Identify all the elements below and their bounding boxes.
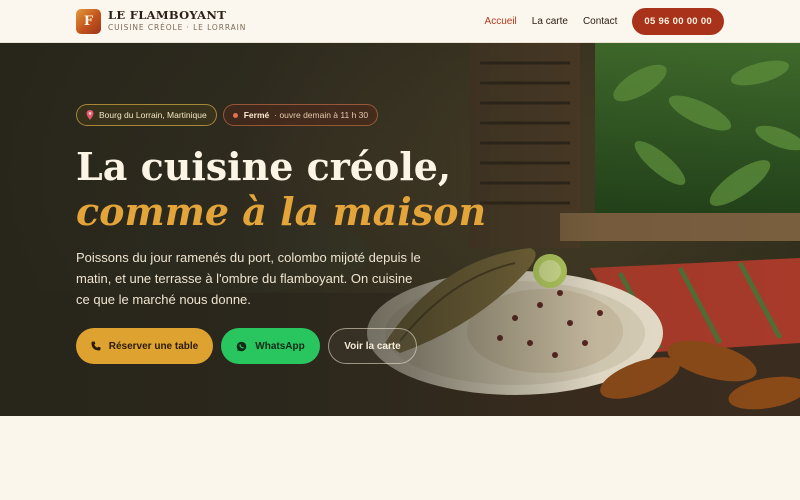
brand-name[interactable]: LE FLAMBOYANT	[108, 9, 246, 22]
hero-badges: Bourg du Lorrain, Martinique Fermé · ouv…	[76, 104, 384, 126]
hero-title-accent: comme à la maison	[76, 189, 487, 234]
whatsapp-icon	[236, 341, 247, 351]
hero-actions: Réserver une table WhatsApp Voir la cart…	[76, 328, 425, 364]
brand-tagline: CUISINE CRÉOLE · LE LORRAIN	[108, 23, 247, 32]
phone-icon	[91, 341, 101, 351]
phone-button[interactable]: 05 96 00 00 00	[632, 7, 724, 35]
hero-description: Poissons du jour ramenés du port, colomb…	[76, 250, 421, 307]
main-nav: Accueil La carte Contact 05 96 00 00 00	[470, 7, 724, 35]
nav-link-accueil[interactable]: Accueil	[485, 16, 517, 27]
view-menu-label: Voir la carte	[344, 340, 401, 352]
opening-status-badge: Fermé · ouvre demain à 11 h 30	[222, 104, 379, 126]
nav-link-contact[interactable]: Contact	[583, 16, 617, 27]
status-note: · ouvre demain à 11 h 30	[274, 110, 369, 120]
whatsapp-button[interactable]: WhatsApp	[221, 328, 320, 364]
view-menu-button[interactable]: Voir la carte	[328, 328, 417, 364]
map-pin-icon	[86, 110, 94, 120]
logo[interactable]: F	[76, 8, 101, 34]
brand: LE FLAMBOYANT CUISINE CRÉOLE · LE LORRAI…	[108, 9, 246, 33]
hero-title: La cuisine créole,	[76, 144, 452, 189]
reserve-table-label: Réserver une table	[108, 340, 199, 352]
location-text: Bourg du Lorrain, Martinique	[99, 110, 207, 120]
hero: Bourg du Lorrain, Martinique Fermé · ouv…	[0, 43, 800, 416]
site-header: F LE FLAMBOYANT CUISINE CRÉOLE · LE LORR…	[0, 0, 800, 43]
nav-link-la-carte[interactable]: La carte	[532, 16, 568, 27]
whatsapp-label: WhatsApp	[255, 340, 305, 352]
status-state: Fermé	[243, 110, 270, 120]
reserve-table-button[interactable]: Réserver une table	[76, 328, 213, 364]
status-dot-icon	[232, 112, 238, 118]
location-badge: Bourg du Lorrain, Martinique	[76, 104, 217, 126]
